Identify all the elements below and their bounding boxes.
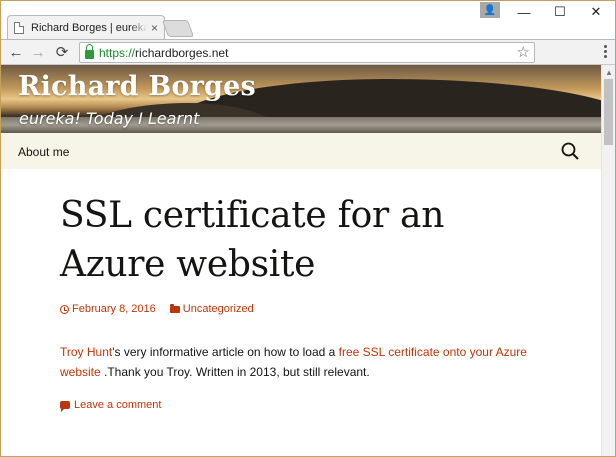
post-category-label: Uncategorized (182, 303, 254, 315)
site-title-link[interactable]: Richard Borges (18, 71, 256, 102)
maximize-button[interactable]: ☐ (542, 1, 578, 23)
scroll-up-icon[interactable]: ▲ (605, 68, 613, 77)
clock-icon (60, 304, 69, 314)
bookmark-star-icon[interactable]: ☆ (517, 43, 530, 61)
leave-comment-link[interactable]: Leave a comment (60, 399, 601, 412)
site-navigation: About me (1, 133, 601, 169)
forward-button[interactable]: → (29, 43, 47, 61)
back-button[interactable]: ← (7, 43, 25, 61)
title-bar: Richard Borges | eureka! Today I Learnt … (1, 1, 615, 39)
address-bar[interactable]: https:// richardborges.net ☆ (79, 42, 535, 63)
reload-button[interactable]: ⟳ (53, 43, 71, 61)
content-text-1: 's very informative article on how to lo… (112, 345, 339, 359)
new-tab-button[interactable] (161, 20, 195, 37)
document-icon (14, 21, 24, 34)
browser-tab[interactable]: Richard Borges | eureka! Today I Learnt … (7, 15, 165, 39)
folder-icon (169, 303, 180, 313)
post-article: SSL certificate for an Azure website Feb… (1, 169, 601, 412)
post-meta: February 8, 2016 Uncategorized (60, 303, 601, 315)
content-text-2: .Thank you Troy. Written in 2013, but st… (100, 365, 370, 379)
post-date[interactable]: February 8, 2016 (60, 303, 156, 315)
post-category[interactable]: Uncategorized (169, 303, 254, 315)
lock-icon (85, 44, 94, 59)
profile-icon[interactable]: 👤 (480, 2, 500, 18)
url-scheme: https:// (99, 45, 136, 60)
browser-menu-icon[interactable] (599, 43, 611, 61)
tab-close-icon[interactable]: × (151, 21, 158, 35)
site-description: eureka! Today I Learnt (19, 109, 200, 128)
nav-item-about-me[interactable]: About me (18, 145, 69, 159)
search-icon[interactable] (561, 142, 579, 160)
url-host: richardborges.net (135, 45, 229, 60)
post-date-label: February 8, 2016 (72, 303, 156, 315)
comment-icon (60, 401, 70, 412)
scrollbar-thumb[interactable] (604, 79, 613, 145)
post-content: Troy Hunt's very informative article on … (60, 342, 540, 382)
post-title[interactable]: SSL certificate for an Azure website (60, 191, 520, 289)
vertical-scrollbar[interactable]: ▲ (601, 65, 615, 456)
close-window-button[interactable]: ✕ (578, 1, 614, 23)
browser-window: Richard Borges | eureka! Today I Learnt … (0, 0, 616, 457)
page-viewport: Richard Borges eureka! Today I Learnt Ab… (1, 65, 601, 456)
leave-comment-label: Leave a comment (74, 399, 162, 411)
tab-title: Richard Borges | eureka! Today I Learnt (31, 21, 147, 34)
minimize-button[interactable]: — (506, 1, 542, 23)
browser-toolbar: ← → ⟳ https:// richardborges.net ☆ (1, 39, 615, 65)
site-header: Richard Borges eureka! Today I Learnt (1, 65, 601, 133)
author-link[interactable]: Troy Hunt (60, 345, 112, 359)
